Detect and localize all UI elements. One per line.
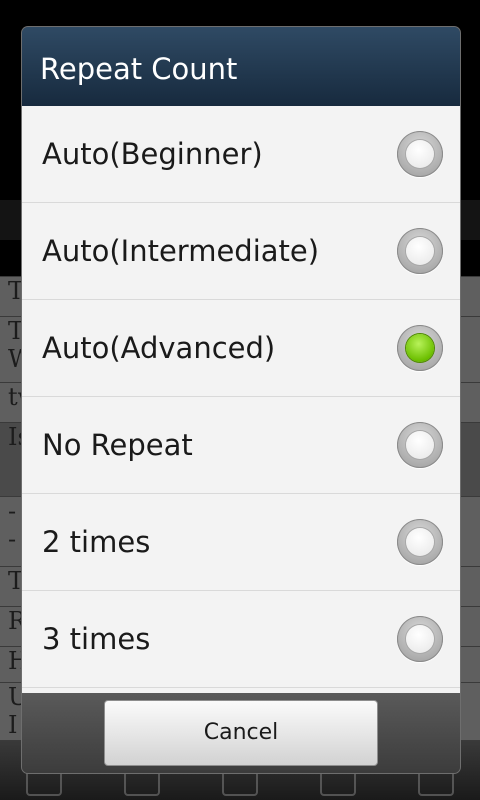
option-auto-advanced[interactable]: Auto(Advanced) — [22, 300, 460, 397]
radio-button[interactable] — [397, 519, 443, 565]
background-row-text: - — [8, 497, 17, 525]
repeat-count-dialog: Repeat Count Auto(Beginner) Auto(Interme… — [22, 27, 460, 773]
option-label: 3 times — [42, 622, 151, 656]
radio-button[interactable] — [397, 616, 443, 662]
option-2-times[interactable]: 2 times — [22, 494, 460, 591]
option-auto-intermediate[interactable]: Auto(Intermediate) — [22, 203, 460, 300]
radio-indicator — [406, 528, 434, 556]
option-list: Auto(Beginner) Auto(Intermediate) Auto(A… — [22, 106, 460, 693]
radio-indicator — [406, 334, 434, 362]
radio-indicator — [406, 140, 434, 168]
option-label: Auto(Beginner) — [42, 137, 263, 171]
option-label: 2 times — [42, 525, 151, 559]
background-row-text: - — [8, 525, 17, 553]
radio-button[interactable] — [397, 422, 443, 468]
option-label: Auto(Advanced) — [42, 331, 276, 365]
dialog-title-bar: Repeat Count — [22, 27, 460, 107]
option-label: Auto(Intermediate) — [42, 234, 320, 268]
dialog-title: Repeat Count — [40, 52, 238, 86]
dialog-button-bar: Cancel — [22, 693, 460, 773]
option-3-times[interactable]: 3 times — [22, 591, 460, 688]
option-label: No Repeat — [42, 428, 193, 462]
radio-indicator — [406, 431, 434, 459]
radio-button[interactable] — [397, 325, 443, 371]
radio-indicator — [406, 625, 434, 653]
radio-indicator — [406, 237, 434, 265]
cancel-button[interactable]: Cancel — [104, 700, 378, 766]
background-row-text: I — [8, 711, 18, 739]
option-no-repeat[interactable]: No Repeat — [22, 397, 460, 494]
radio-button[interactable] — [397, 228, 443, 274]
radio-button[interactable] — [397, 131, 443, 177]
option-auto-beginner[interactable]: Auto(Beginner) — [22, 106, 460, 203]
